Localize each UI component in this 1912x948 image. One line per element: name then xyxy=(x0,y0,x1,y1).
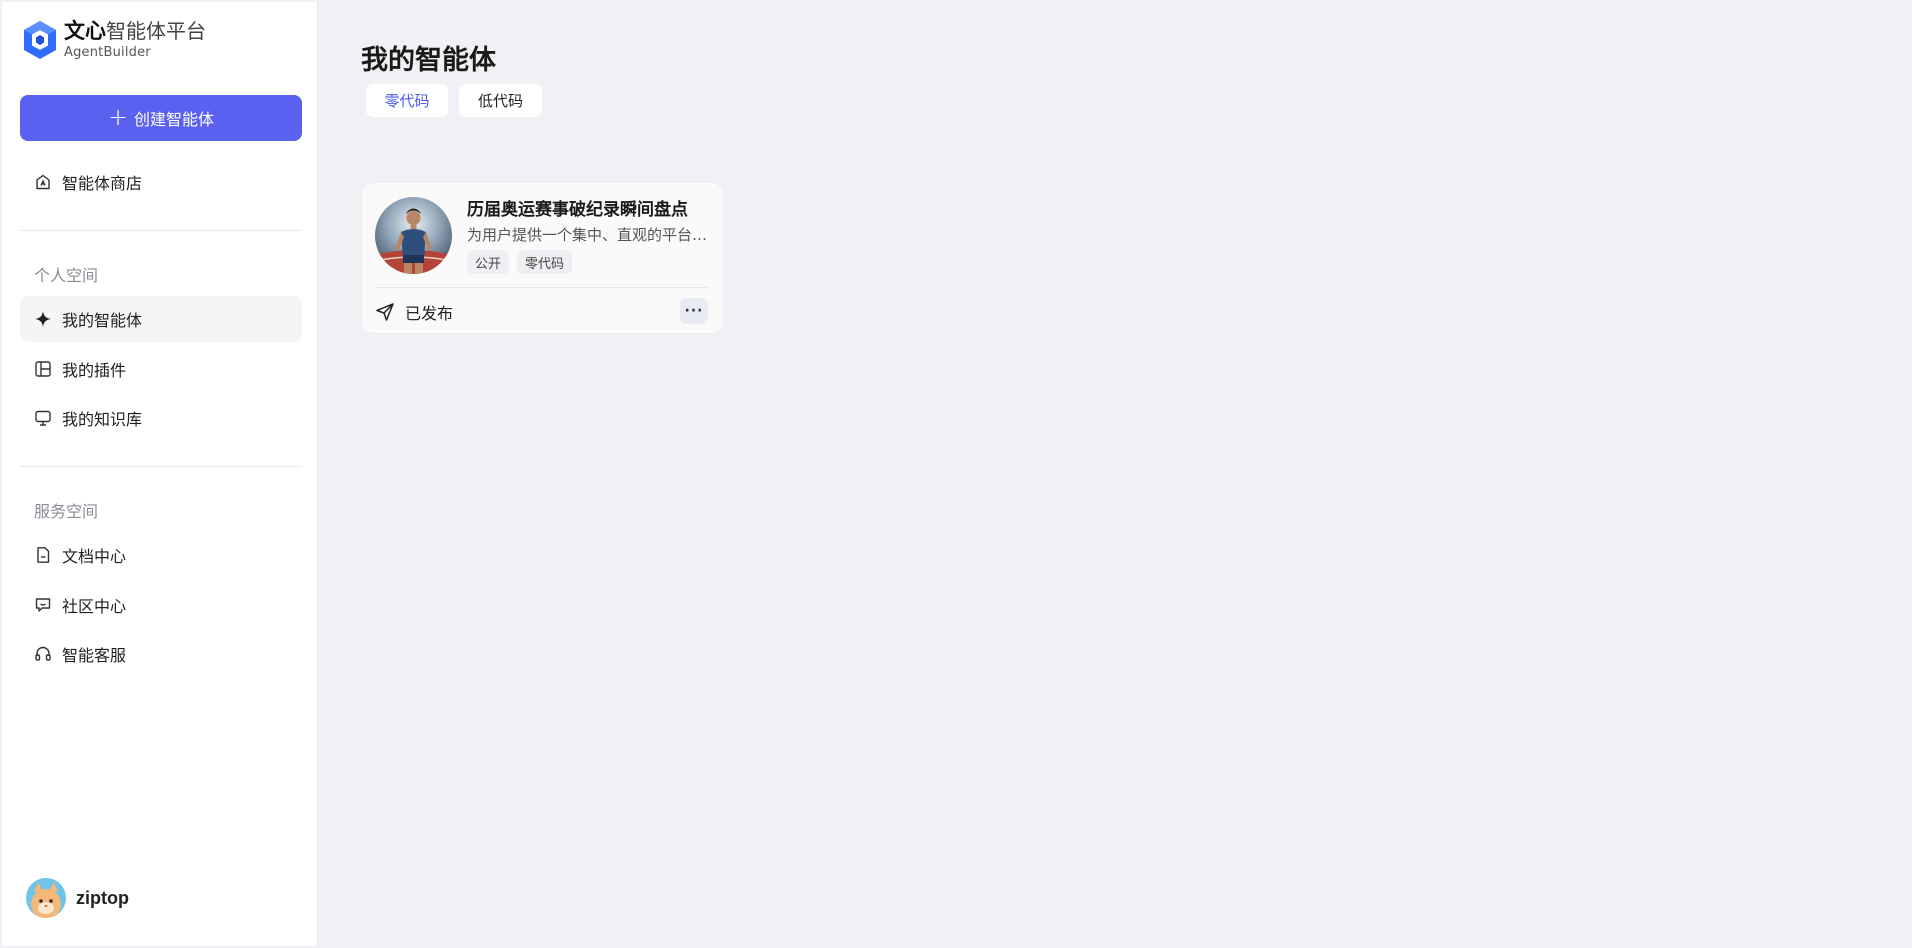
tab-zero-code[interactable]: 零代码 xyxy=(366,84,448,117)
sidebar-item-label: 社区中心 xyxy=(62,597,127,616)
sidebar-item-agent-store[interactable]: 智能体商店 xyxy=(20,159,302,205)
sidebar-item-label: 我的智能体 xyxy=(62,311,143,330)
logo-title-rest: 智能体平台 xyxy=(106,19,206,43)
sidebar: 文心 智能体平台 AgentBuilder + 创建智能体 智能体商店 个人空间 … xyxy=(2,2,318,946)
sidebar-item-label: 文档中心 xyxy=(62,547,127,566)
user-name: ziptop xyxy=(76,887,129,908)
sidebar-item-my-agents[interactable]: 我的智能体 xyxy=(20,296,302,342)
app-root: 文心 智能体平台 AgentBuilder + 创建智能体 智能体商店 个人空间 … xyxy=(0,0,1912,948)
agent-description: 为用户提供一个集中、直观的平台，回顾历届奥运会上的破纪录瞬间 xyxy=(467,226,712,244)
user-profile[interactable]: ziptop xyxy=(26,878,129,918)
sidebar-item-label: 智能体商店 xyxy=(62,174,143,193)
plus-icon: + xyxy=(107,103,129,131)
page-title: 我的智能体 xyxy=(361,45,496,76)
create-agent-button[interactable]: + 创建智能体 xyxy=(20,95,302,141)
tab-low-code[interactable]: 低代码 xyxy=(459,84,542,117)
more-options-button[interactable]: ··· xyxy=(680,298,708,324)
agent-name: 历届奥运赛事破纪录瞬间盘点 xyxy=(467,200,688,220)
sidebar-item-docs-center[interactable]: 文档中心 xyxy=(20,532,302,578)
logo[interactable]: 文心 智能体平台 AgentBuilder xyxy=(22,20,206,60)
logo-title: 文心 智能体平台 xyxy=(64,21,206,42)
cat-avatar-icon xyxy=(26,878,66,918)
sidebar-item-my-plugins[interactable]: 我的插件 xyxy=(20,346,302,392)
card-divider xyxy=(375,287,708,288)
create-agent-label: 创建智能体 xyxy=(134,110,215,129)
chat-icon xyxy=(35,598,51,612)
logo-text: 文心 智能体平台 AgentBuilder xyxy=(64,21,206,60)
sidebar-item-smart-support[interactable]: 智能客服 xyxy=(20,631,302,677)
tag-public: 公开 xyxy=(467,250,510,274)
agent-status-label: 已发布 xyxy=(405,304,454,323)
sidebar-item-label: 智能客服 xyxy=(62,646,127,665)
section-label-service: 服务空间 xyxy=(34,502,99,521)
sidebar-divider xyxy=(20,230,302,231)
logo-subtitle: AgentBuilder xyxy=(64,45,151,60)
document-icon xyxy=(37,547,50,563)
sidebar-item-label: 我的插件 xyxy=(62,361,127,380)
store-icon xyxy=(36,174,50,190)
agent-card[interactable]: 历届奥运赛事破纪录瞬间盘点 为用户提供一个集中、直观的平台，回顾历届奥运会上的破… xyxy=(361,182,724,334)
sparkle-icon xyxy=(35,311,51,327)
tag-zero-code: 零代码 xyxy=(517,250,573,274)
section-label-personal: 个人空间 xyxy=(34,266,99,285)
agent-avatar xyxy=(375,197,452,274)
athlete-avatar-icon xyxy=(375,197,452,274)
headset-icon xyxy=(35,646,51,661)
send-icon xyxy=(376,303,394,321)
sidebar-divider xyxy=(20,466,302,467)
logo-title-bold: 文心 xyxy=(64,19,106,43)
avatar xyxy=(26,878,66,918)
plugin-icon xyxy=(35,361,51,377)
agent-status: 已发布 xyxy=(375,300,453,324)
monitor-icon xyxy=(35,410,51,426)
sidebar-item-my-knowledge-base[interactable]: 我的知识库 xyxy=(20,395,302,441)
wenxin-logo-icon xyxy=(24,21,56,59)
sidebar-item-community-center[interactable]: 社区中心 xyxy=(20,582,302,628)
sidebar-item-label: 我的知识库 xyxy=(62,410,143,429)
